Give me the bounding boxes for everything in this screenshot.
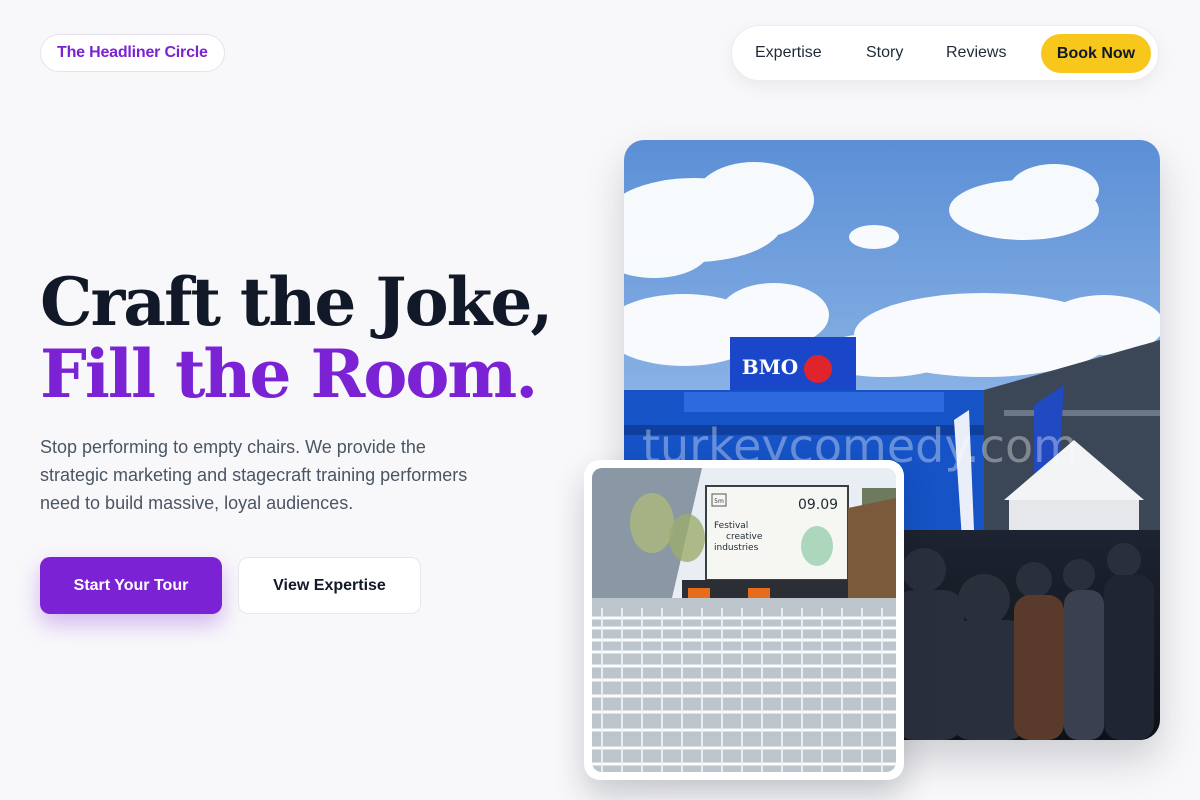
- headline-line-2: Fill the Room.: [40, 335, 538, 413]
- hero-subtext: Stop performing to empty chairs. We prov…: [40, 437, 468, 513]
- start-tour-button[interactable]: Start Your Tour: [40, 557, 222, 614]
- view-expertise-button[interactable]: View Expertise: [238, 557, 421, 614]
- hero-photo-chairs: 09.09 5m Festival creative industries: [592, 468, 896, 772]
- hero-headline: Craft the Joke, Fill the Room.: [40, 263, 553, 413]
- headline-line-1: Craft the Joke,: [40, 263, 553, 341]
- start-tour-label: Start Your Tour: [73, 576, 189, 594]
- screen-line-3: industries: [714, 543, 759, 553]
- screen-date: 09.09: [798, 497, 838, 513]
- nav-link-story[interactable]: Story: [866, 44, 903, 62]
- brand-logo[interactable]: The Headliner Circle: [40, 34, 225, 72]
- bmo-sign-text: BMO: [742, 355, 798, 379]
- nav-link-expertise[interactable]: Expertise: [755, 44, 822, 62]
- brand-name: The Headliner Circle: [57, 44, 208, 61]
- book-now-button[interactable]: Book Now: [1041, 34, 1151, 73]
- nav-link-reviews[interactable]: Reviews: [946, 44, 1006, 62]
- hero-photo-chairs-card: 09.09 5m Festival creative industries: [584, 460, 904, 780]
- book-now-label: Book Now: [1056, 44, 1136, 62]
- view-expertise-label: View Expertise: [273, 576, 386, 594]
- screen-line-1: Festival: [714, 521, 748, 531]
- main-nav: Expertise Story Reviews Book Now: [731, 25, 1159, 81]
- screen-logo: 5m: [714, 498, 724, 505]
- screen-line-2: creative: [726, 532, 763, 542]
